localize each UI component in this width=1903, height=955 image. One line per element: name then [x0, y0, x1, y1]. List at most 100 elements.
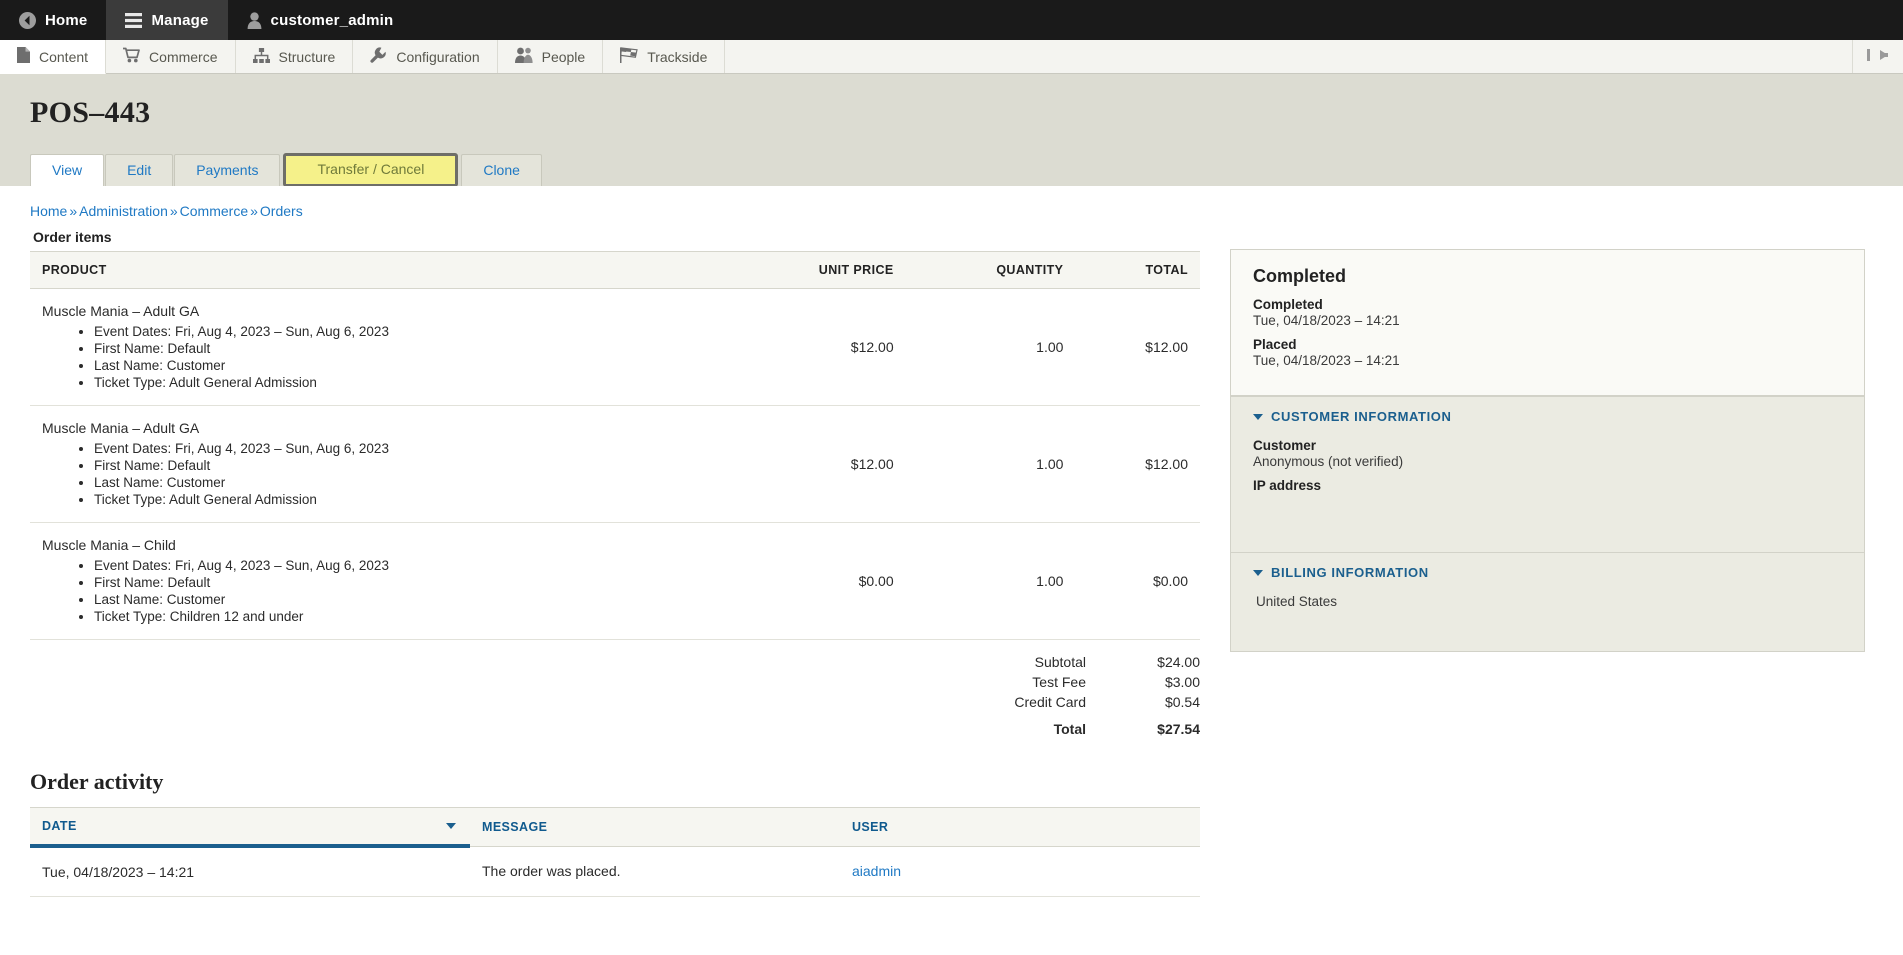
tab-transfer-cancel[interactable]: Transfer / Cancel — [283, 153, 459, 187]
totals-row: Test Fee $3.00 — [1014, 672, 1200, 692]
tab-payments[interactable]: Payments — [174, 154, 281, 186]
totals-label: Total — [1053, 721, 1086, 737]
menu-item-people[interactable]: People — [498, 40, 604, 73]
toolbar-item-user[interactable]: customer_admin — [228, 0, 413, 40]
order-item-quantity: 1.00 — [905, 288, 1076, 406]
order-item-product-cell: Muscle Mania – Child Event Dates: Fri, A… — [30, 522, 722, 640]
billing-information-panel: BILLING INFORMATION United States — [1230, 553, 1865, 652]
menu-item-label: Commerce — [149, 48, 218, 65]
menu-item-label: Trackside — [647, 48, 708, 65]
chevron-down-icon — [1253, 569, 1263, 576]
product-title: Muscle Mania – Child — [42, 537, 176, 553]
tab-edit[interactable]: Edit — [105, 154, 174, 186]
menu-item-structure[interactable]: Structure — [236, 40, 354, 73]
breadcrumb-item-administration[interactable]: Administration — [79, 203, 168, 219]
tab-label: Clone — [483, 162, 520, 178]
column-header-user[interactable]: USER — [840, 807, 1200, 847]
toolbar-item-home[interactable]: Home — [0, 0, 106, 40]
activity-user-link[interactable]: aiadmin — [852, 863, 901, 879]
breadcrumb-item-home[interactable]: Home — [30, 203, 67, 219]
toolbar-item-label: Manage — [151, 11, 209, 29]
primary-tabs: View Edit Payments Transfer / Cancel Clo… — [30, 153, 1903, 187]
column-header-date[interactable]: DATE — [30, 807, 470, 848]
menu-item-content[interactable]: Content — [0, 40, 107, 74]
order-status-panel: Completed Completed Tue, 04/18/2023 – 14… — [1230, 249, 1865, 396]
customer-information-panel: CUSTOMER INFORMATION Customer Anonymous … — [1230, 396, 1865, 553]
product-attribute-list: Event Dates: Fri, Aug 4, 2023 – Sun, Aug… — [42, 440, 709, 508]
menu-item-commerce[interactable]: Commerce — [106, 40, 236, 73]
breadcrumb-item-orders[interactable]: Orders — [260, 203, 303, 219]
menu-item-label: People — [541, 48, 586, 65]
breadcrumb-item-commerce[interactable]: Commerce — [180, 203, 248, 219]
totals-value: $24.00 — [1157, 654, 1200, 670]
admin-menu-bar: Content Commerce Structure Configuration… — [0, 40, 1903, 74]
order-item-total: $0.00 — [1075, 522, 1200, 640]
menu-item-trackside[interactable]: Trackside — [603, 40, 726, 73]
status-field-value: Tue, 04/18/2023 – 14:21 — [1253, 313, 1400, 328]
toolbar-collapse-button[interactable] — [1852, 40, 1903, 73]
product-attribute: First Name: Default — [94, 574, 709, 591]
tab-label: Edit — [127, 162, 152, 178]
user-icon — [247, 11, 262, 29]
page-title: POS–443 — [30, 96, 151, 129]
toolbar-item-label: Home — [45, 11, 88, 29]
totals-row: Credit Card $0.54 — [1014, 692, 1200, 712]
activity-date: Tue, 04/18/2023 – 14:21 — [30, 846, 470, 897]
breadcrumb-separator: » — [69, 203, 78, 219]
customer-information-toggle[interactable]: CUSTOMER INFORMATION — [1253, 409, 1842, 424]
tab-view[interactable]: View — [30, 154, 105, 186]
hamburger-icon — [125, 12, 143, 28]
product-title: Muscle Mania – Adult GA — [42, 420, 200, 436]
product-attribute: Last Name: Customer — [94, 591, 709, 608]
column-header-date-label: DATE — [42, 819, 77, 833]
toolbar-item-manage[interactable]: Manage — [106, 0, 228, 40]
menu-item-configuration[interactable]: Configuration — [353, 40, 498, 73]
product-attribute: Event Dates: Fri, Aug 4, 2023 – Sun, Aug… — [94, 440, 709, 457]
people-icon — [514, 47, 533, 66]
order-item-unit-price: $0.00 — [721, 522, 906, 640]
sitemap-icon — [252, 47, 270, 66]
totals-label: Test Fee — [1032, 674, 1086, 690]
product-attribute: First Name: Default — [94, 457, 709, 474]
product-attribute-list: Event Dates: Fri, Aug 4, 2023 – Sun, Aug… — [42, 557, 709, 625]
table-row: Tue, 04/18/2023 – 14:21 The order was pl… — [30, 846, 1200, 897]
breadcrumb-separator: » — [250, 203, 258, 219]
collapse-left-icon — [1867, 48, 1889, 65]
back-circle-icon — [19, 11, 36, 29]
product-attribute: Last Name: Customer — [94, 474, 709, 491]
menu-item-label: Content — [39, 48, 89, 65]
table-row: Muscle Mania – Adult GA Event Dates: Fri… — [30, 405, 1200, 523]
totals-row: Subtotal $24.00 — [1014, 652, 1200, 672]
product-attribute: First Name: Default — [94, 340, 709, 357]
activity-message: The order was placed. — [470, 846, 840, 897]
table-row: Muscle Mania – Child Event Dates: Fri, A… — [30, 522, 1200, 640]
product-attribute: Event Dates: Fri, Aug 4, 2023 – Sun, Aug… — [94, 323, 709, 340]
customer-field-label: Customer — [1253, 438, 1317, 453]
cart-icon — [123, 47, 140, 66]
column-header-quantity: QUANTITY — [905, 251, 1076, 289]
product-attribute: Event Dates: Fri, Aug 4, 2023 – Sun, Aug… — [94, 557, 709, 574]
order-activity-table: DATE MESSAGE USER Tue, 04/18/2023 – 14:2… — [30, 807, 1200, 897]
table-header-row: PRODUCT UNIT PRICE QUANTITY TOTAL — [30, 251, 1200, 289]
wrench-icon — [370, 46, 387, 67]
order-status-heading: Completed — [1253, 266, 1347, 286]
order-items-label: Order items — [33, 229, 112, 245]
customer-information-title: CUSTOMER INFORMATION — [1271, 409, 1452, 424]
totals-value: $0.54 — [1164, 694, 1200, 710]
page-header: POS–443 View Edit Payments Transfer / Ca… — [0, 74, 1903, 187]
order-totals-table: Subtotal $24.00 Test Fee $3.00 Credit Ca… — [1014, 652, 1200, 739]
totals-value: $3.00 — [1164, 674, 1200, 690]
column-header-product: PRODUCT — [30, 251, 722, 289]
column-header-message[interactable]: MESSAGE — [470, 807, 840, 847]
tab-label: Payments — [196, 162, 259, 178]
ip-address-label: IP address — [1253, 478, 1322, 493]
product-attribute: Ticket Type: Adult General Admission — [94, 374, 709, 391]
tab-clone[interactable]: Clone — [461, 154, 542, 186]
sort-descending-icon — [446, 823, 456, 829]
billing-line: United States — [1256, 594, 1338, 609]
activity-user: aiadmin — [840, 846, 1200, 897]
order-main-column: Order items PRODUCT UNIT PRICE QUANTITY … — [0, 219, 1205, 897]
billing-information-toggle[interactable]: BILLING INFORMATION — [1253, 565, 1842, 580]
product-attribute: Last Name: Customer — [94, 357, 709, 374]
totals-row-grand: Total $27.54 — [1014, 712, 1200, 739]
